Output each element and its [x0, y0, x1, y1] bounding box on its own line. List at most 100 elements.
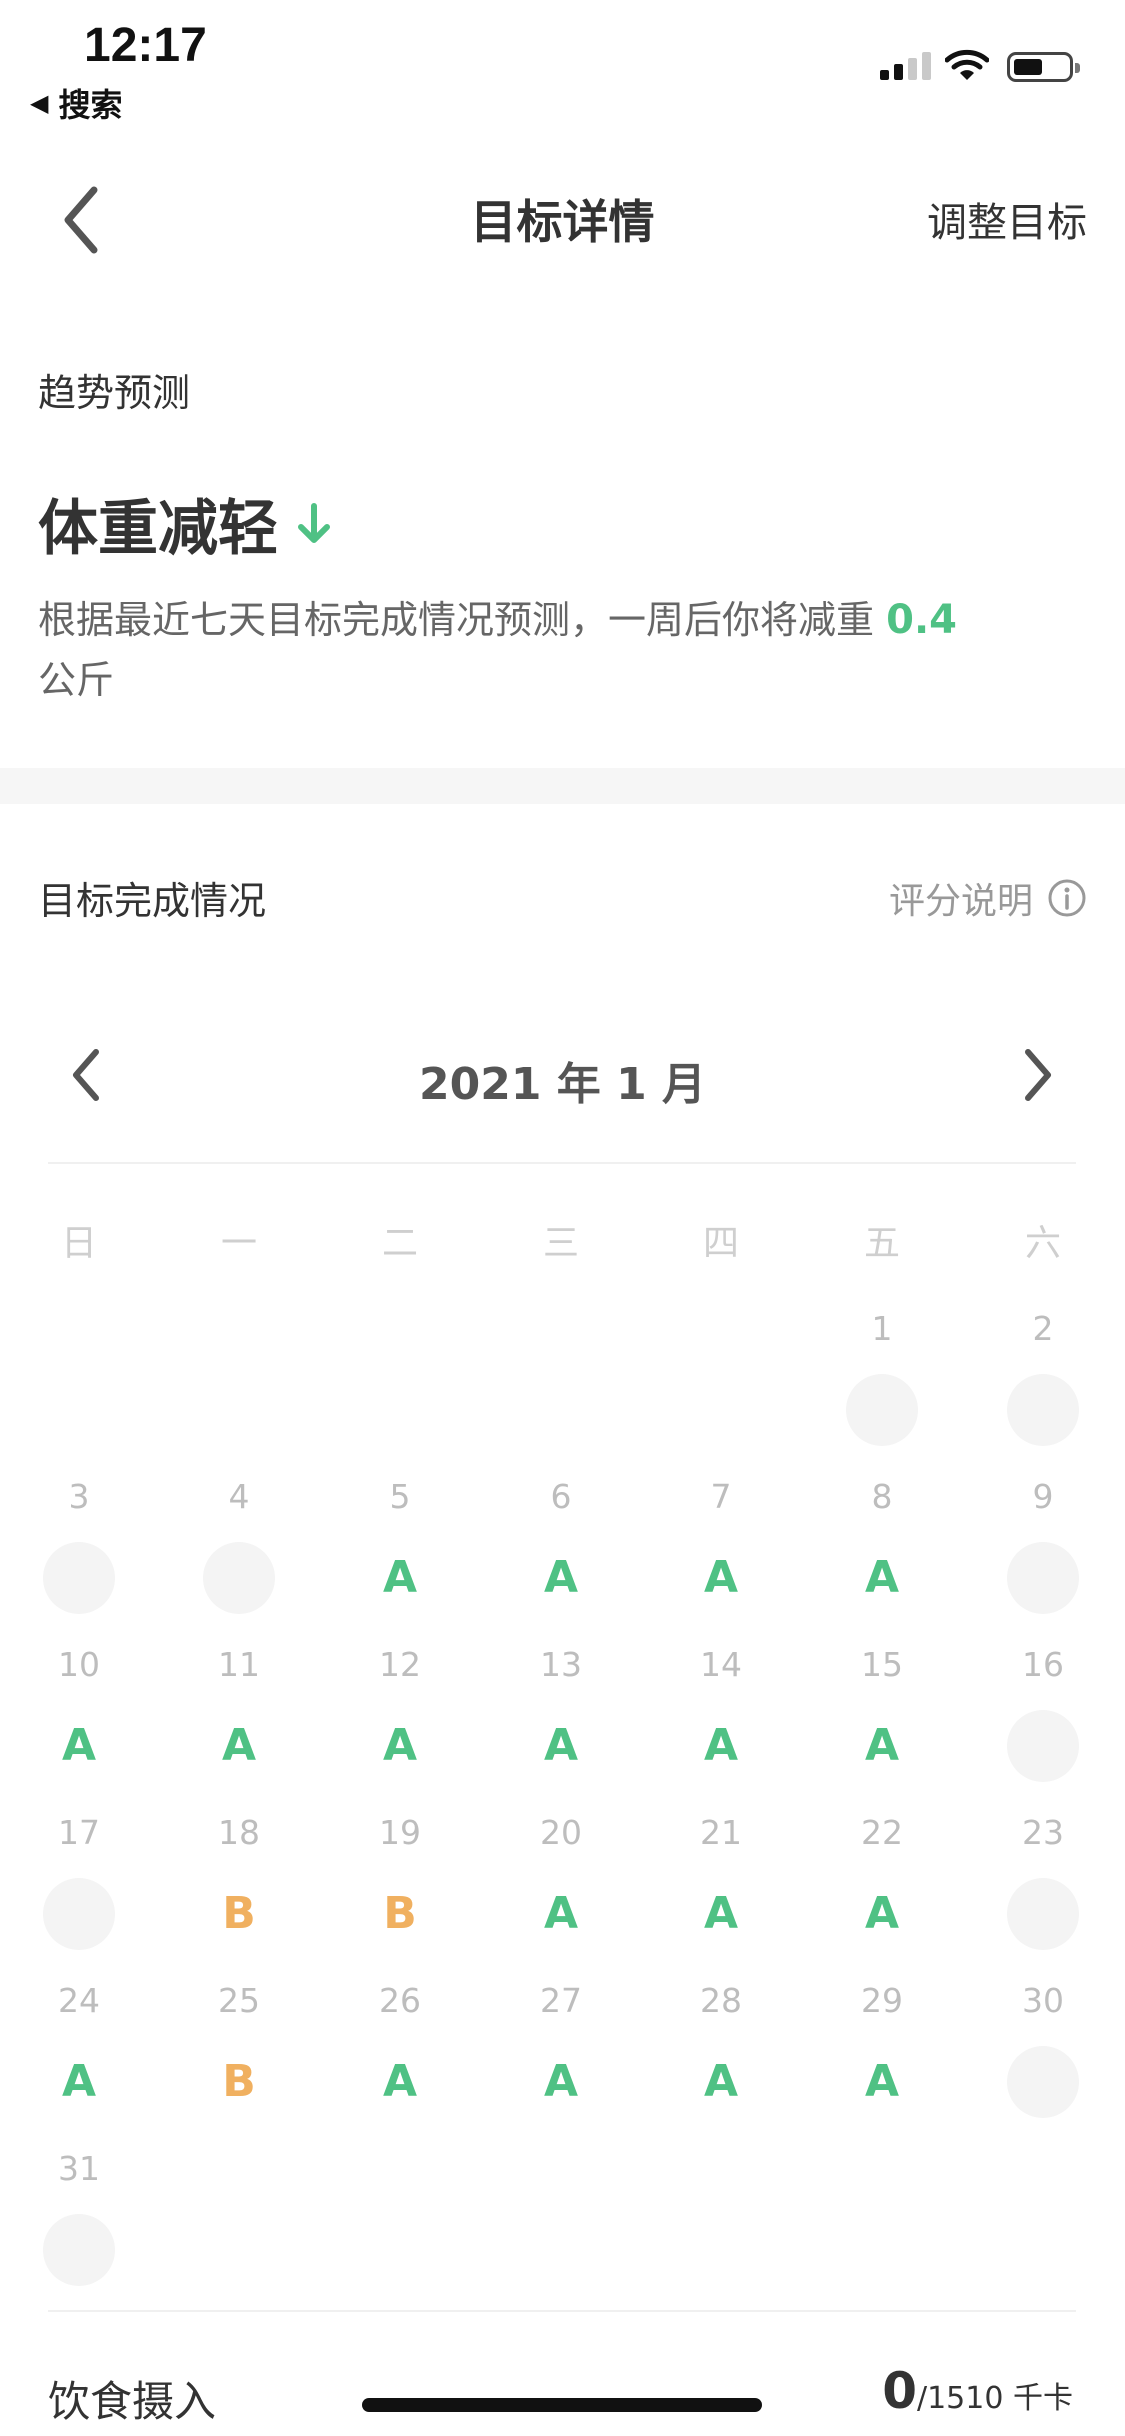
calendar-day-number: 7	[710, 1477, 732, 1516]
calendar-day-number: 2	[1032, 1309, 1054, 1348]
calendar-day-empty-marker	[1007, 1542, 1079, 1614]
calendar-day[interactable]: 11 A	[179, 1642, 299, 1782]
calendar-day-number: 16	[1022, 1645, 1064, 1684]
calendar-day-number: 30	[1022, 1981, 1064, 2020]
home-indicator	[362, 2398, 762, 2412]
calendar-day[interactable]: 19 B	[340, 1810, 460, 1950]
trend-description: 根据最近七天目标完成情况预测，一周后你将减重 0.4 公斤	[38, 590, 1078, 710]
calendar-day[interactable]: 10 A	[19, 1642, 139, 1782]
calendar-day[interactable]: 4	[179, 1474, 299, 1614]
calendar-day-grade: A	[703, 1720, 739, 1771]
calendar-day-number: 24	[58, 1981, 100, 2020]
calendar-day-grade: A	[864, 1888, 900, 1939]
calendar-day-number: 13	[540, 1645, 582, 1684]
rating-help-label: 评分说明	[888, 881, 1033, 922]
calendar-day[interactable]: 24 A	[19, 1978, 139, 2118]
calendar-day-grade: A	[703, 1552, 739, 1603]
calendar-day[interactable]: 7A	[661, 1474, 781, 1614]
calendar-day[interactable]: 31	[19, 2146, 139, 2286]
calendar-day[interactable]: 17	[19, 1810, 139, 1950]
back-to-app-label: 搜索	[58, 86, 123, 124]
calendar-day[interactable]: 27 A	[501, 1978, 621, 2118]
arrow-down-icon	[298, 502, 330, 543]
calendar-day-number: 14	[700, 1645, 742, 1684]
trend-desc-value: 0.4	[886, 597, 957, 643]
calendar-day[interactable]: 29 A	[822, 1978, 942, 2118]
calendar-day-number: 6	[550, 1477, 572, 1516]
next-month-button[interactable]	[1012, 1040, 1062, 1110]
calendar-day-grade: A	[543, 1888, 579, 1939]
calendar-day[interactable]: 12 A	[340, 1642, 460, 1782]
calendar-day[interactable]: 5A	[340, 1474, 460, 1614]
calendar-day-number: 20	[540, 1813, 582, 1852]
calendar-day-number: 10	[58, 1645, 100, 1684]
trend-title: 体重减轻	[38, 480, 332, 567]
back-triangle-icon: ◀	[30, 89, 49, 117]
calendar-day[interactable]: 30	[983, 1978, 1103, 2118]
battery-icon	[1007, 52, 1080, 82]
calendar-day-number: 19	[379, 1813, 421, 1852]
calendar-day[interactable]: 23	[983, 1810, 1103, 1950]
calendar-day-number: 29	[861, 1981, 903, 2020]
calendar-day-empty-marker	[1007, 2046, 1079, 2118]
intake-value: 0/1510 千卡	[882, 2362, 1073, 2420]
calendar-day[interactable]: 26 A	[340, 1978, 460, 2118]
rating-help-button[interactable]: 评分说明	[889, 872, 1087, 924]
wifi-icon	[944, 48, 990, 86]
calendar-day-number: 22	[861, 1813, 903, 1852]
trend-section-label: 趋势预测	[38, 371, 191, 415]
trend-desc-after: 公斤	[38, 658, 115, 702]
calendar-day-number: 1	[871, 1309, 893, 1348]
weekday-label: 四	[702, 1223, 739, 1264]
weekday-label: 一	[220, 1223, 257, 1264]
weekday-label: 二	[381, 1223, 418, 1264]
calendar-day-grade: A	[61, 1720, 97, 1771]
calendar-day-number: 21	[700, 1813, 742, 1852]
calendar-day[interactable]: 20 A	[501, 1810, 621, 1950]
calendar-day-number: 31	[58, 2149, 100, 2188]
calendar-day[interactable]: 25 B	[179, 1978, 299, 2118]
calendar-day[interactable]: 9	[983, 1474, 1103, 1614]
calendar-day[interactable]: 6A	[501, 1474, 621, 1614]
calendar-day-empty-marker	[43, 1878, 115, 1950]
calendar-day-grade: B	[383, 1888, 417, 1939]
calendar-day[interactable]: 16	[983, 1642, 1103, 1782]
calendar-month-label: 2021 年 1 月	[418, 1059, 707, 1110]
calendar-day[interactable]: 2	[983, 1306, 1103, 1446]
calendar-day-empty-marker	[203, 1542, 275, 1614]
calendar-day-grade: A	[543, 1552, 579, 1603]
calendar-day[interactable]: 18 B	[179, 1810, 299, 1950]
calendar-day-empty-marker	[1007, 1374, 1079, 1446]
calendar-day-grade: B	[222, 1888, 256, 1939]
calendar-day-number: 23	[1022, 1813, 1064, 1852]
calendar-day-grade: A	[864, 1552, 900, 1603]
status-time: 12:17	[84, 19, 207, 72]
calendar-day[interactable]: 3	[19, 1474, 139, 1614]
calendar-day[interactable]: 21 A	[661, 1810, 781, 1950]
calendar-day-number: 4	[228, 1477, 250, 1516]
trend-desc-before: 根据最近七天目标完成情况预测，一周后你将减重	[38, 598, 875, 642]
calendar-day-grade: A	[864, 2056, 900, 2107]
calendar-day[interactable]: 14 A	[661, 1642, 781, 1782]
calendar-day-grade: B	[222, 2056, 256, 2107]
adjust-goal-button[interactable]: 调整目标	[927, 190, 1087, 248]
calendar-day-grade: A	[703, 1888, 739, 1939]
calendar-day[interactable]: 22 A	[822, 1810, 942, 1950]
calendar-day[interactable]: 1	[822, 1306, 942, 1446]
intake-unit: 千卡	[1013, 2381, 1073, 2416]
calendar-day[interactable]: 8A	[822, 1474, 942, 1614]
calendar-day-number: 17	[58, 1813, 100, 1852]
calendar-day-empty-marker	[43, 2214, 115, 2286]
trend-title-text: 体重减轻	[38, 494, 278, 564]
calendar-day-empty-marker	[846, 1374, 918, 1446]
calendar-day[interactable]: 13 A	[501, 1642, 621, 1782]
calendar-day-grade: A	[703, 2056, 739, 2107]
calendar-divider	[48, 1162, 1076, 1164]
calendar-day-grade: A	[61, 2056, 97, 2107]
calendar-day[interactable]: 28 A	[661, 1978, 781, 2118]
back-to-app-button[interactable]: ◀ 搜索	[30, 80, 122, 126]
calendar-day-number: 11	[218, 1645, 260, 1684]
calendar-day-number: 12	[379, 1645, 421, 1684]
calendar-day[interactable]: 15 A	[822, 1642, 942, 1782]
weekday-label: 五	[863, 1223, 900, 1264]
